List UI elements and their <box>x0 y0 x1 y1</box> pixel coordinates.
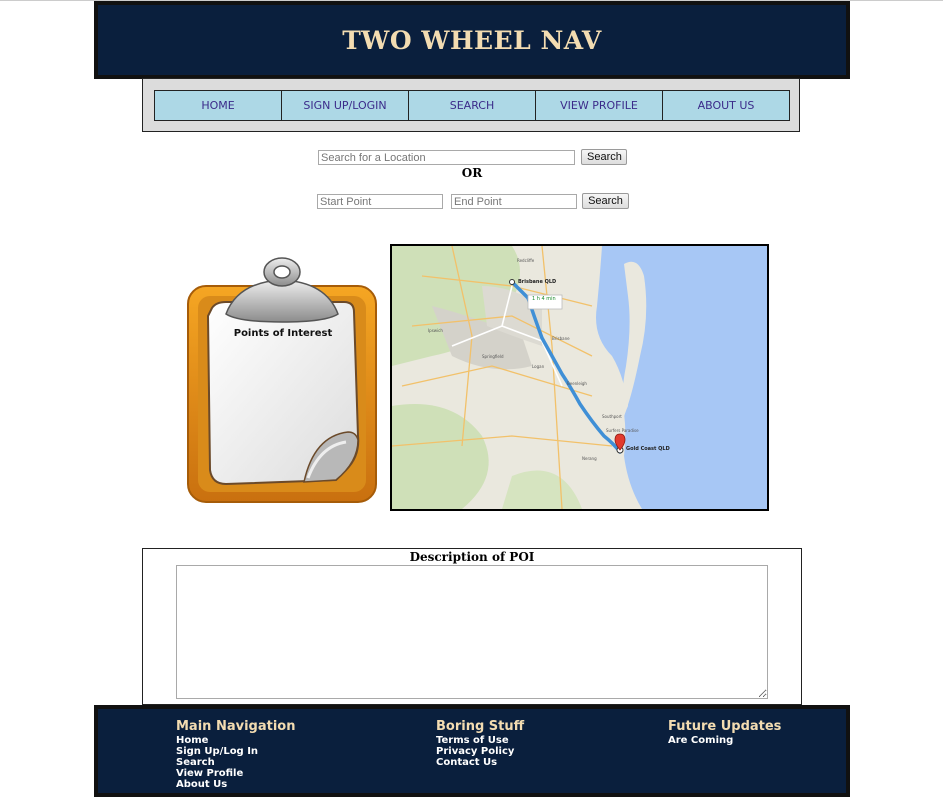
nav-row: HOME SIGN UP/LOGIN SEARCH VIEW PROFILE A… <box>154 90 790 121</box>
location-search-button[interactable]: Search <box>581 149 627 165</box>
footer-link-signup-login[interactable]: Sign Up/Log In <box>176 746 295 757</box>
footer-main-navigation-title: Main Navigation <box>176 719 296 734</box>
points-of-interest-clipboard-icon[interactable] <box>186 256 378 504</box>
nav-search[interactable]: SEARCH <box>408 90 536 121</box>
footer-boring-stuff-title: Boring Stuff <box>436 719 525 734</box>
or-separator: OR <box>461 166 483 180</box>
footer-link-search[interactable]: Search <box>176 757 295 768</box>
site-header: TWO WHEEL NAV <box>94 1 850 79</box>
map-origin-label: Brisbane QLD <box>518 279 557 285</box>
map-place-label: Surfers Paradise <box>606 428 639 433</box>
footer-link-contact[interactable]: Contact Us <box>436 757 524 768</box>
footer-future-updates-title: Future Updates <box>668 719 782 734</box>
map-place-label: Nerang <box>582 456 597 461</box>
map-destination-label: Gold Coast QLD <box>626 446 670 452</box>
main-nav: HOME SIGN UP/LOGIN SEARCH VIEW PROFILE A… <box>142 78 800 132</box>
nav-home[interactable]: HOME <box>154 90 282 121</box>
map-place-label: Brisbane <box>552 336 570 341</box>
map-place-label: Beenleigh <box>567 381 587 386</box>
footer-boring-stuff: Boring Stuff Terms of Use Privacy Policy… <box>436 719 524 768</box>
nav-signup-login[interactable]: SIGN UP/LOGIN <box>281 90 409 121</box>
footer-main-navigation: Main Navigation Home Sign Up/Log In Sear… <box>176 719 295 790</box>
poi-description-title: Description of POI <box>409 550 535 564</box>
end-point-input[interactable] <box>451 194 577 209</box>
footer-link-home[interactable]: Home <box>176 735 295 746</box>
route-search-button[interactable]: Search <box>582 193 629 209</box>
start-point-input[interactable] <box>317 194 443 209</box>
site-footer: Main Navigation Home Sign Up/Log In Sear… <box>94 705 850 797</box>
map-duration-label: 1 h 4 min <box>532 296 556 302</box>
poi-description-section: Description of POI <box>142 548 802 705</box>
footer-link-terms[interactable]: Terms of Use <box>436 735 524 746</box>
map-place-label: Southport <box>602 414 622 419</box>
footer-link-privacy[interactable]: Privacy Policy <box>436 746 524 757</box>
map-place-label: Redcliffe <box>517 258 535 263</box>
map-place-label: Ipswich <box>428 328 443 333</box>
footer-link-about-us[interactable]: About Us <box>176 779 295 790</box>
map-place-label: Springfield <box>482 354 504 359</box>
route-map[interactable]: Brisbane QLD 1 h 4 min Gold Coast QLD Re… <box>390 244 769 511</box>
site-title: TWO WHEEL NAV <box>342 25 602 55</box>
nav-view-profile[interactable]: VIEW PROFILE <box>535 90 663 121</box>
footer-link-are-coming[interactable]: Are Coming <box>668 735 781 746</box>
footer-future-updates: Future Updates Are Coming <box>668 719 781 746</box>
map-place-label: Logan <box>532 364 545 369</box>
nav-about-us[interactable]: ABOUT US <box>662 90 790 121</box>
location-search-input[interactable] <box>318 150 575 165</box>
footer-link-view-profile[interactable]: View Profile <box>176 768 295 779</box>
map-graphic <box>392 246 767 509</box>
poi-description-textarea[interactable] <box>176 565 768 699</box>
points-of-interest-label: Points of Interest <box>233 328 333 339</box>
